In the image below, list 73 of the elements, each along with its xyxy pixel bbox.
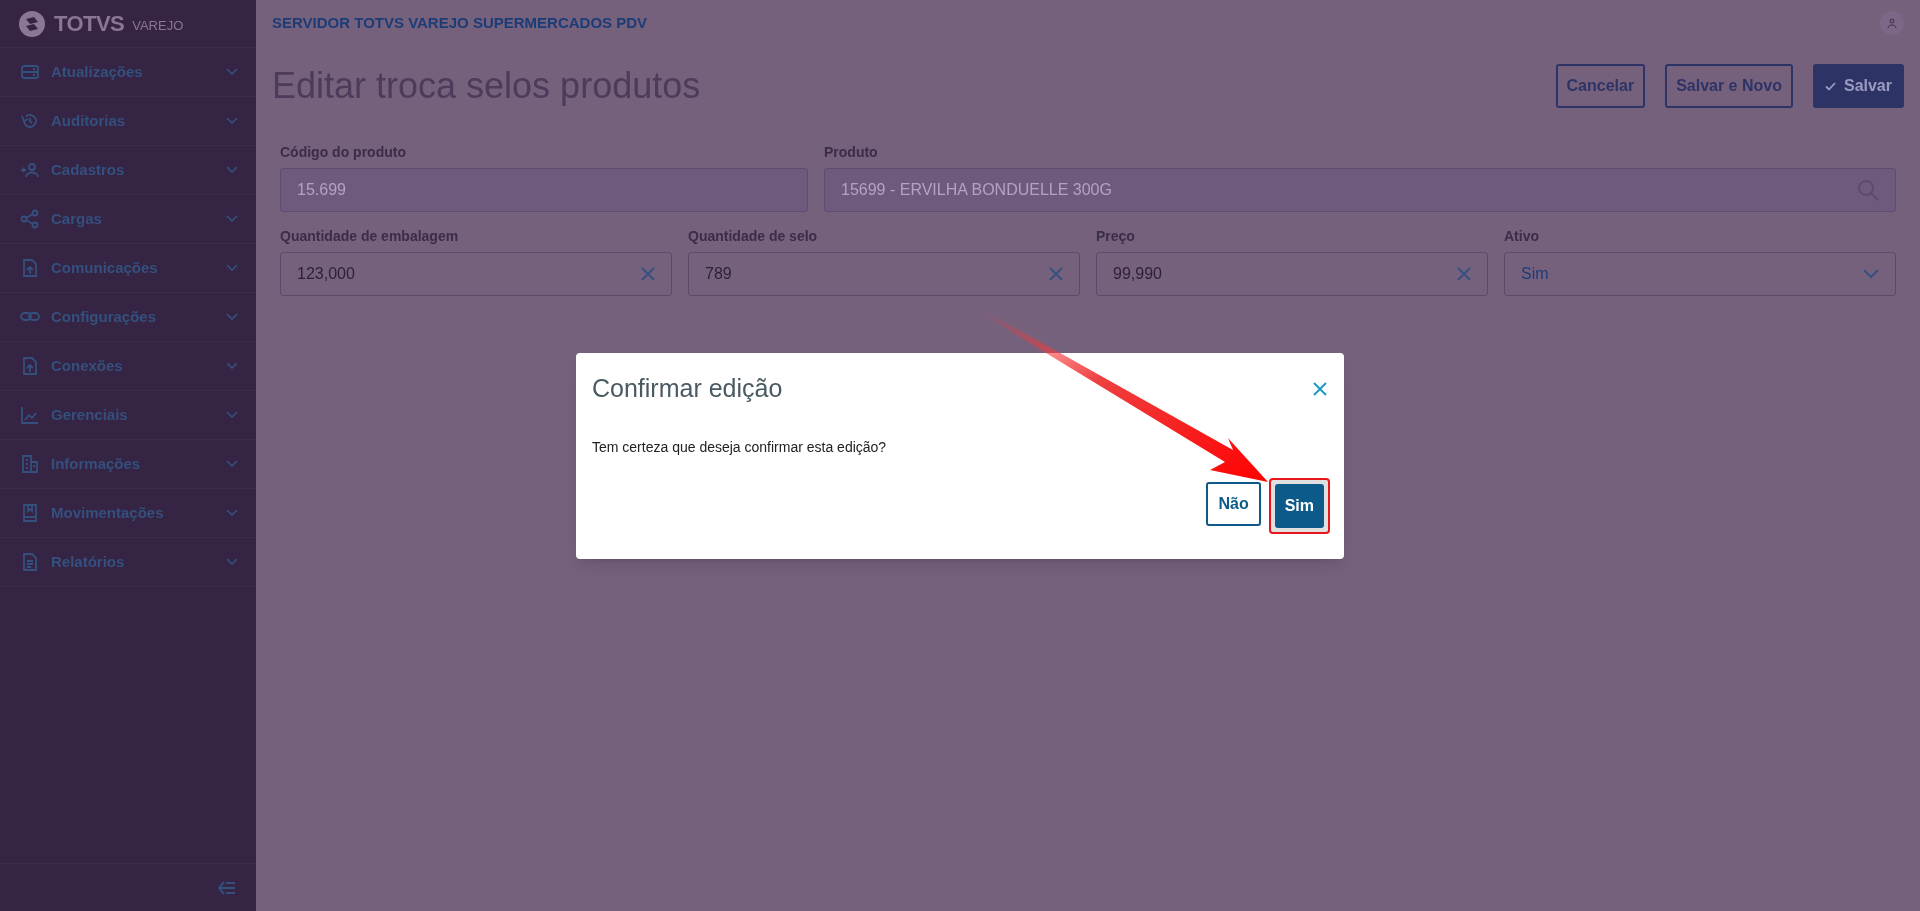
- share-icon: [20, 209, 40, 229]
- brand-suffix: VAREJO: [132, 16, 184, 35]
- sidebar-label: Comunicações: [51, 257, 159, 278]
- sidebar-item[interactable]: Informações: [0, 440, 256, 489]
- select-field[interactable]: Sim: [1504, 252, 1896, 296]
- sidebar-item[interactable]: Movimentações: [0, 489, 256, 538]
- brand-name: TOTVS: [54, 10, 125, 38]
- history-icon: [20, 111, 40, 131]
- dialog-title: Confirmar edição: [592, 373, 783, 405]
- sidebar-item[interactable]: Atualizações: [0, 48, 256, 97]
- sidebar-item[interactable]: Comunicações: [0, 244, 256, 293]
- sidebar-item[interactable]: Cadastros: [0, 146, 256, 195]
- sidebar-label: Gerenciais: [51, 404, 129, 425]
- logo-icon: [18, 9, 46, 38]
- sidebar-item[interactable]: Gerenciais: [0, 391, 256, 440]
- sidebar-label: Relatórios: [51, 551, 126, 572]
- cancel-button[interactable]: Não: [1206, 482, 1261, 526]
- input-field[interactable]: 99,990: [1096, 252, 1488, 296]
- sidebar-label: Movimentações: [51, 502, 165, 523]
- collapse-menu-icon[interactable]: [218, 880, 236, 895]
- user-add-icon: [20, 160, 40, 180]
- clear-icon[interactable]: [1457, 267, 1471, 281]
- chevron-down-icon: [226, 509, 238, 517]
- chevron-down-icon: [226, 313, 238, 321]
- chevron-down-icon: [1863, 269, 1879, 279]
- input-field[interactable]: 123,000: [280, 252, 672, 296]
- server-title: SERVIDOR TOTVS VAREJO SUPERMERCADOS PDV: [272, 12, 648, 33]
- building-icon: [20, 454, 40, 474]
- field-label: Código do produto: [280, 143, 407, 160]
- sidebar-label: Conexões: [51, 355, 124, 376]
- chart-icon: [20, 405, 40, 425]
- clear-icon[interactable]: [641, 267, 655, 281]
- field-label: Ativo: [1504, 227, 1540, 244]
- field-label: Quantidade de selo: [688, 227, 819, 244]
- sidebar-item[interactable]: Auditorias: [0, 97, 256, 146]
- server-icon: [20, 62, 40, 82]
- document-icon: [20, 552, 40, 572]
- user-avatar[interactable]: [1880, 11, 1904, 35]
- chevron-down-icon: [226, 215, 238, 223]
- chevron-down-icon: [226, 460, 238, 468]
- field-label: Produto: [824, 143, 879, 160]
- chevron-down-icon: [226, 411, 238, 419]
- chevron-down-icon: [226, 362, 238, 370]
- action-button[interactable]: Salvar e Novo: [1665, 64, 1793, 108]
- sidebar-label: Auditorias: [51, 110, 127, 131]
- book-icon: [20, 503, 40, 523]
- field-label: Quantidade de embalagem: [280, 227, 460, 244]
- upload-icon: [20, 258, 40, 278]
- close-icon[interactable]: [1312, 381, 1328, 397]
- field-label: Preço: [1096, 227, 1136, 244]
- sidebar-label: Informações: [51, 453, 142, 474]
- sidebar-label: Cadastros: [51, 159, 126, 180]
- chevron-down-icon: [226, 68, 238, 76]
- sidebar-item[interactable]: Conexões: [0, 342, 256, 391]
- chevron-down-icon: [226, 166, 238, 174]
- upload-icon: [20, 356, 40, 376]
- action-button[interactable]: Cancelar: [1555, 64, 1646, 108]
- sidebar-item[interactable]: Configurações: [0, 293, 256, 342]
- user-icon: [1887, 18, 1897, 28]
- sidebar-item[interactable]: Relatórios: [0, 538, 256, 587]
- confirm-button[interactable]: Sim: [1274, 484, 1324, 528]
- chevron-down-icon: [226, 558, 238, 566]
- sidebar-label: Configurações: [51, 306, 157, 327]
- dialog-message: Tem certeza que deseja confirmar esta edição?: [592, 438, 888, 457]
- sidebar-label: Atualizações: [51, 61, 144, 82]
- sidebar-item[interactable]: Cargas: [0, 195, 256, 244]
- chevron-down-icon: [226, 264, 238, 272]
- save-button[interactable]: Salvar: [1812, 64, 1904, 108]
- clear-icon[interactable]: [1049, 267, 1063, 281]
- chevron-down-icon: [226, 117, 238, 125]
- sidebar-label: Cargas: [51, 208, 103, 229]
- input-field[interactable]: 789: [688, 252, 1080, 296]
- check-icon: [1824, 81, 1836, 91]
